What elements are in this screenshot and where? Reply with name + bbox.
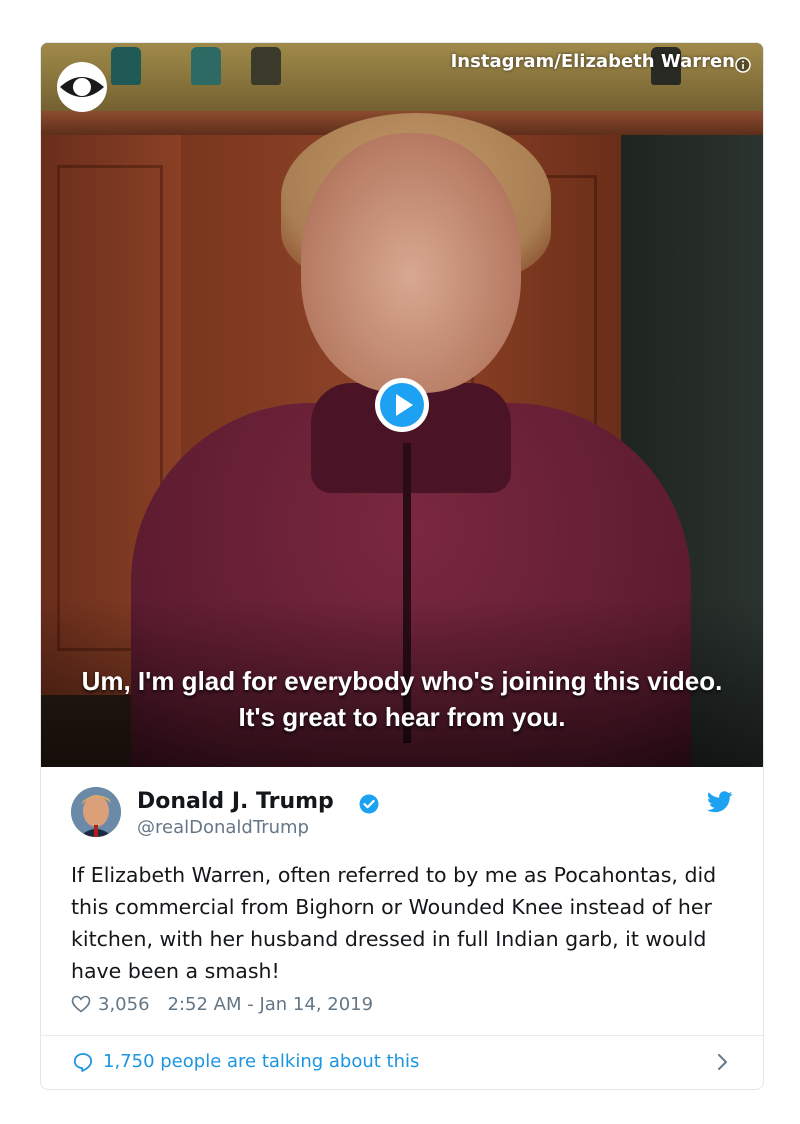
display-name[interactable]: Donald J. Trump — [137, 789, 334, 814]
avatar-portrait-icon — [71, 787, 121, 837]
avatar[interactable] — [71, 787, 121, 837]
like-count[interactable]: 3,056 — [98, 994, 150, 1015]
video-caption-line: Um, I'm glad for everybody who's joining… — [81, 666, 723, 696]
info-icon[interactable] — [735, 57, 751, 73]
heart-icon[interactable] — [71, 995, 91, 1013]
chevron-right-icon[interactable] — [717, 1053, 729, 1071]
video-player[interactable]: Instagram/Elizabeth Warren Um, I'm glad … — [41, 43, 763, 767]
tweet-body: Donald J. Trump @realDonaldTrump If Eliz… — [41, 767, 763, 1035]
tweet-timestamp[interactable]: 2:52 AM - Jan 14, 2019 — [168, 994, 374, 1015]
speech-bubble-icon — [73, 1053, 93, 1072]
video-background-jar — [111, 47, 141, 85]
video-background-jar — [191, 47, 221, 85]
tweet-meta: 3,056 2:52 AM - Jan 14, 2019 — [71, 992, 373, 1016]
video-caption-line: It's great to hear from you. — [238, 702, 566, 732]
user-handle[interactable]: @realDonaldTrump — [137, 817, 309, 838]
play-button-icon[interactable] — [373, 376, 431, 434]
video-person-face — [301, 133, 521, 393]
video-caption: Um, I'm glad for everybody who's joining… — [41, 663, 763, 735]
verified-badge-icon — [359, 794, 379, 814]
video-background-jar — [251, 47, 281, 85]
cbs-eye-logo-icon — [57, 62, 107, 112]
tweet-text: If Elizabeth Warren, often referred to b… — [71, 863, 717, 983]
video-watermark: Instagram/Elizabeth Warren — [450, 51, 735, 72]
conversation-link[interactable]: 1,750 people are talking about this — [41, 1036, 763, 1089]
embedded-tweet-card: Instagram/Elizabeth Warren Um, I'm glad … — [40, 42, 764, 1090]
twitter-bird-icon[interactable] — [707, 791, 733, 813]
talking-count-link[interactable]: 1,750 people are talking about this — [103, 1051, 419, 1072]
